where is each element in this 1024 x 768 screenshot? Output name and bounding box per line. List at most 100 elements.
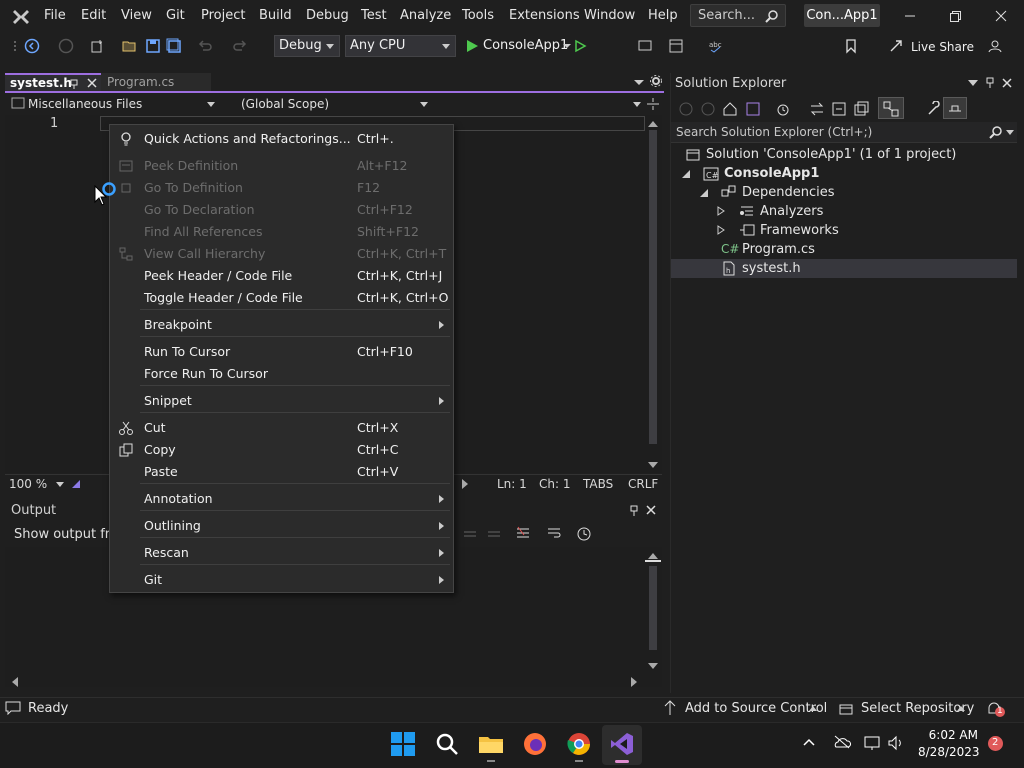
chevron-down-icon[interactable] [968,79,978,87]
chrome-icon[interactable] [566,731,592,757]
chevron-down-icon[interactable] [56,482,64,487]
bookmark-icon[interactable] [843,38,859,54]
pin-icon[interactable] [69,78,79,90]
chevron-up-icon[interactable] [803,738,815,746]
menu-build[interactable]: Build [259,8,292,23]
taskbar-search-icon[interactable] [434,731,460,757]
menu-item-paste[interactable]: Paste Ctrl+V [110,461,453,483]
tree-item-analyzers[interactable]: Analyzers [760,204,823,219]
project-scope-dropdown[interactable]: Miscellaneous Files [28,95,218,113]
global-scope-dropdown[interactable]: (Global Scope) [241,95,431,113]
volume-icon[interactable] [887,735,905,751]
menu-item-snippet[interactable]: Snippet [110,390,453,412]
tree-item-program-cs[interactable]: Program.cs [742,242,815,257]
back-icon[interactable] [678,101,694,117]
editor-scrollbar-thumb[interactable] [649,130,657,444]
scroll-left-icon[interactable] [12,677,18,687]
zoom-level[interactable]: 100 % [9,477,47,491]
menu-git[interactable]: Git [166,8,185,23]
undo-icon[interactable] [197,38,213,54]
configuration-dropdown[interactable]: Debug [274,35,340,57]
clock-icon[interactable] [576,526,592,542]
find-message-icon[interactable] [462,527,478,541]
menu-item-annotation[interactable]: Annotation [110,488,453,510]
menu-view[interactable]: View [121,8,152,23]
scroll-down-icon[interactable] [648,663,658,669]
add-to-source-control-button[interactable]: Add to Source Control [685,701,827,716]
tab-program-cs[interactable]: Program.cs [101,73,211,92]
menu-file[interactable]: File [44,8,66,23]
menu-help[interactable]: Help [648,8,678,23]
arrow-up-icon[interactable] [664,700,676,716]
switch-views-icon[interactable] [745,101,761,117]
chevron-down-icon[interactable] [207,102,215,107]
intellicode-icon[interactable] [70,478,82,490]
scroll-up-icon[interactable] [648,121,658,127]
output-scrollbar-thumb[interactable] [649,566,657,650]
expanded-arrow-icon[interactable] [700,189,708,197]
start-debug-icon[interactable] [464,38,480,54]
menu-item-outlining[interactable]: Outlining [110,515,453,537]
new-project-icon[interactable] [89,38,105,54]
collapsed-arrow-icon[interactable] [717,225,725,235]
search-input[interactable]: Search... [690,4,786,27]
file-explorer-icon[interactable] [478,731,504,757]
chevron-down-icon[interactable] [633,102,641,107]
save-icon[interactable] [145,38,161,54]
menu-item-peek-header-code-file[interactable]: Peek Header / Code File Ctrl+K, Ctrl+J [110,265,453,287]
menu-item-rescan[interactable]: Rescan [110,542,453,564]
menu-item-cut[interactable]: Cut Ctrl+X [110,417,453,439]
pending-changes-filter-icon[interactable] [775,101,791,117]
tab-overflow-icon[interactable] [634,78,644,86]
windows-start-icon[interactable] [390,731,416,757]
chevron-down-icon[interactable] [1006,130,1014,135]
menu-project[interactable]: Project [201,8,245,23]
tree-item-solution[interactable]: Solution 'ConsoleApp1' (1 of 1 project) [706,147,956,162]
onedrive-icon[interactable] [833,735,851,749]
save-all-icon[interactable] [166,38,182,54]
collapsed-arrow-icon[interactable] [717,206,725,216]
tree-item-frameworks[interactable]: Frameworks [760,223,839,238]
scroll-right-icon[interactable] [462,479,468,489]
spell-check-icon[interactable]: abc [708,38,724,54]
menu-extensions[interactable]: Extensions [509,8,580,23]
browser-link-icon[interactable] [637,38,653,54]
start-without-debug-icon[interactable] [572,38,588,54]
visual-studio-taskbar-icon[interactable] [609,731,635,757]
firefox-icon[interactable] [522,731,548,757]
chevron-up-icon[interactable] [957,706,965,711]
indent-mode[interactable]: TABS [583,477,613,491]
pin-icon[interactable] [985,77,995,89]
navigate-forward-icon[interactable] [58,38,74,54]
notifications-icon[interactable] [986,700,1006,718]
pin-icon[interactable] [629,505,639,517]
repository-icon[interactable] [839,702,853,716]
column-indicator[interactable]: Ch: 1 [539,477,570,491]
expanded-arrow-icon[interactable] [682,170,690,178]
wrench-icon[interactable] [926,101,942,117]
tree-item-project[interactable]: ConsoleApp1 [724,166,819,181]
close-tab-icon[interactable] [87,78,97,88]
network-icon[interactable] [863,735,881,751]
platform-dropdown[interactable]: Any CPU [345,35,456,57]
navigate-back-icon[interactable] [24,38,40,54]
close-output-icon[interactable] [646,505,656,515]
collapse-all-icon[interactable] [831,101,847,117]
tab-systest-h[interactable]: systest.h [5,73,101,92]
scroll-right-icon[interactable] [631,677,637,687]
layout-icon[interactable] [668,38,684,54]
gear-icon[interactable] [650,75,662,87]
scroll-down-icon[interactable] [648,462,658,468]
tree-item-dependencies[interactable]: Dependencies [742,185,835,200]
restore-icon[interactable] [947,8,963,24]
feedback-icon[interactable] [987,38,1003,54]
chevron-up-icon[interactable] [809,706,817,711]
close-window-icon[interactable] [993,8,1009,24]
minimize-icon[interactable] [902,8,918,24]
clock-date[interactable]: 8/28/2023 [918,745,980,759]
open-file-icon[interactable] [122,38,138,54]
search-icon[interactable] [989,125,1003,139]
close-panel-icon[interactable] [1002,78,1012,88]
menu-edit[interactable]: Edit [81,8,106,23]
menu-window[interactable]: Window [584,8,635,23]
